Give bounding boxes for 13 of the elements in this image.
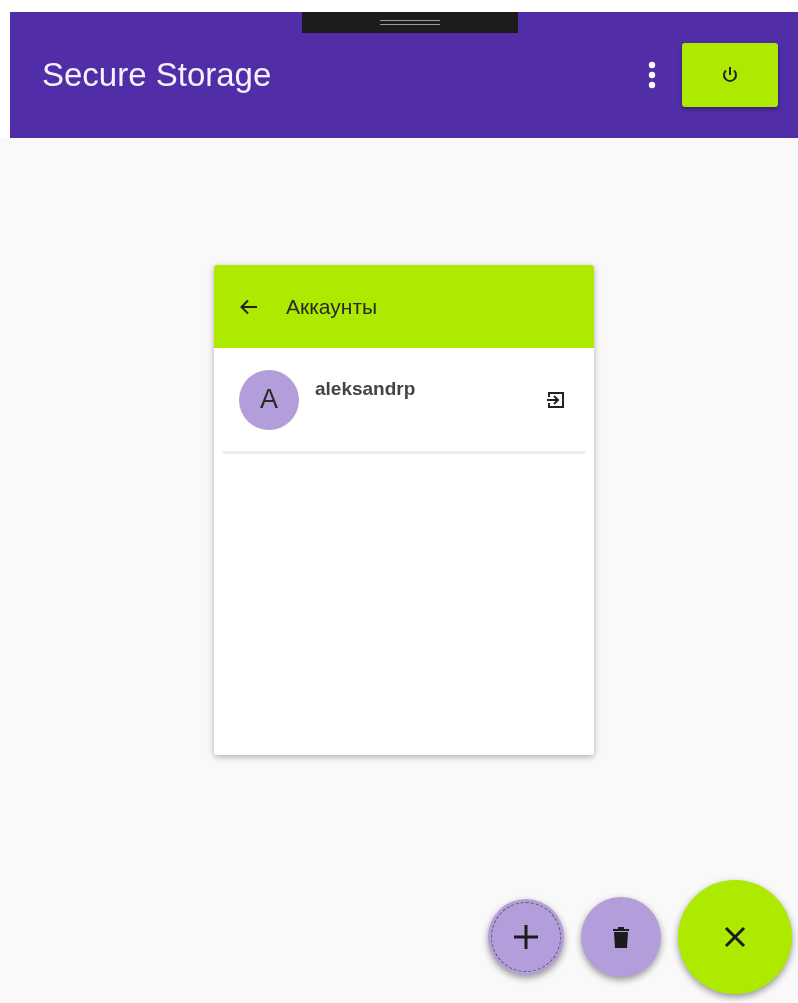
drag-handle[interactable] <box>302 12 518 33</box>
power-icon <box>720 65 740 85</box>
card-title: Аккаунты <box>286 294 378 319</box>
account-name: aleksandrp <box>315 378 417 400</box>
account-item[interactable]: A aleksandrp <box>222 348 586 454</box>
delete-button[interactable] <box>581 897 661 977</box>
add-button[interactable] <box>488 899 564 975</box>
avatar: A <box>239 369 299 430</box>
plus-icon <box>511 922 541 952</box>
app-title: Secure Storage <box>42 56 272 94</box>
more-options-icon[interactable] <box>648 61 656 89</box>
trash-icon <box>611 925 631 949</box>
close-icon <box>724 926 746 948</box>
